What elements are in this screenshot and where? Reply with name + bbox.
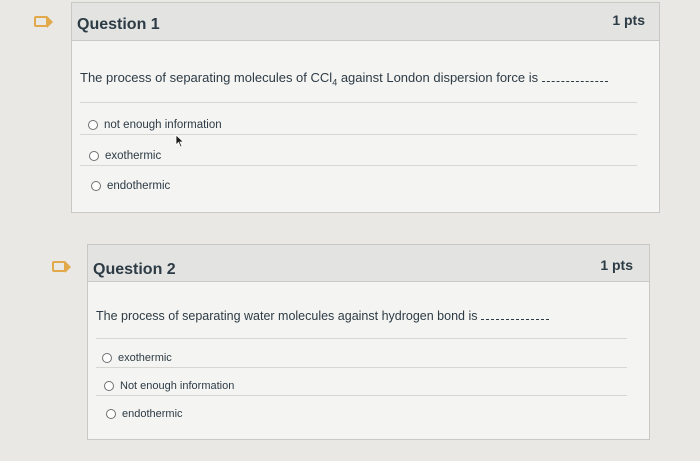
question-header-1: Question 1 1 pts xyxy=(72,3,659,41)
answer-option[interactable]: endothermic xyxy=(106,408,183,420)
question-text: The process of separating water molecule… xyxy=(96,309,550,323)
radio-icon[interactable] xyxy=(89,151,99,161)
question-text: The process of separating molecules of C… xyxy=(80,70,609,88)
divider xyxy=(80,165,637,166)
flag-icon[interactable] xyxy=(52,261,71,273)
divider xyxy=(96,338,627,339)
divider xyxy=(80,134,637,135)
question-title: Question 2 xyxy=(93,261,176,278)
question-title: Question 1 xyxy=(77,16,160,33)
question-points: 1 pts xyxy=(600,257,633,273)
question-header-2: Question 2 1 pts xyxy=(88,245,649,282)
radio-icon[interactable] xyxy=(91,181,101,191)
answer-option[interactable]: Not enough information xyxy=(104,380,234,392)
divider xyxy=(80,102,637,103)
answer-blank xyxy=(481,319,550,320)
question-card-2: Question 2 1 pts The process of separati… xyxy=(87,244,650,440)
radio-icon[interactable] xyxy=(106,409,116,419)
answer-blank xyxy=(542,81,609,82)
radio-icon[interactable] xyxy=(104,381,114,391)
question-card-1: Question 1 1 pts The process of separati… xyxy=(71,2,660,213)
divider xyxy=(96,367,627,368)
divider xyxy=(96,395,627,396)
flag-icon[interactable] xyxy=(34,16,53,28)
answer-option[interactable]: endothermic xyxy=(91,180,170,192)
question-points: 1 pts xyxy=(612,12,645,28)
answer-option[interactable]: not enough information xyxy=(88,119,222,131)
answer-option[interactable]: exothermic xyxy=(102,352,172,364)
answer-option[interactable]: exothermic xyxy=(89,150,161,162)
radio-icon[interactable] xyxy=(88,120,98,130)
radio-icon[interactable] xyxy=(102,353,112,363)
mouse-pointer-icon xyxy=(175,134,185,148)
